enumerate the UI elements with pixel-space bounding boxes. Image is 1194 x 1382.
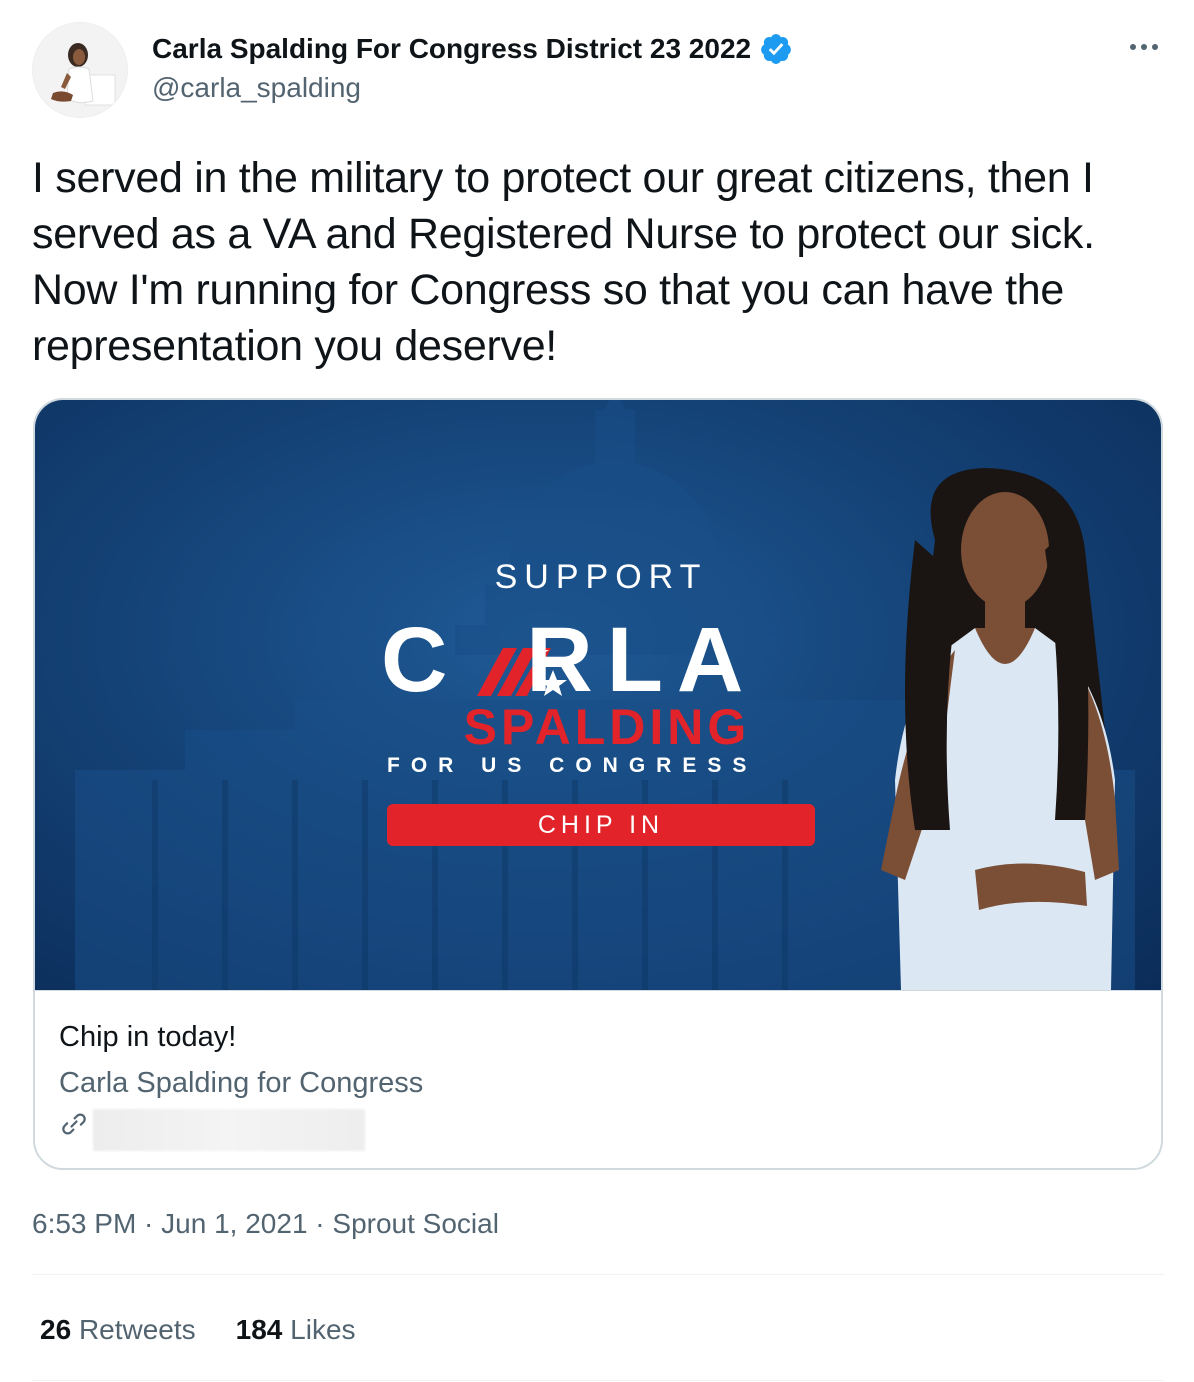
card-site-name[interactable]: Carla Spalding for Congress <box>59 1065 423 1101</box>
more-dot <box>1141 44 1147 50</box>
card-title[interactable]: Chip in today! <box>59 1019 236 1055</box>
meta-separator: · <box>136 1208 162 1239</box>
card-image: SUPPORT C RLA SPALDING FOR US CONGRESS C… <box>35 400 1161 990</box>
blurred-url <box>93 1109 365 1151</box>
more-dot <box>1130 44 1136 50</box>
banner-carla-text: C RLA <box>381 609 758 711</box>
retweets-label: Retweets <box>78 1314 196 1345</box>
banner-for-us-congress-text: FOR US CONGRESS <box>387 754 758 777</box>
avatar[interactable] <box>32 22 128 118</box>
handle[interactable]: @carla_spalding <box>152 68 793 108</box>
link-icon <box>62 1113 86 1135</box>
meta-separator: · <box>307 1208 333 1239</box>
retweets-stat[interactable]: 26 Retweets <box>40 1310 196 1350</box>
tweet: Carla Spalding For Congress District 23 … <box>0 0 1194 1382</box>
divider <box>32 1274 1164 1275</box>
likes-stat[interactable]: 184 Likes <box>236 1310 356 1350</box>
retweets-count: 26 <box>40 1314 72 1345</box>
card-meta[interactable]: Chip in today! Carla Spalding for Congre… <box>35 990 1161 1168</box>
engagement-stats: 26 Retweets 184 Likes <box>40 1310 356 1350</box>
more-options-icon[interactable] <box>1126 34 1162 60</box>
timestamp-line: 6:53 PM · Jun 1, 2021 · Sprout Social <box>32 1204 499 1244</box>
verified-badge-icon <box>761 34 791 64</box>
link-card[interactable]: SUPPORT C RLA SPALDING FOR US CONGRESS C… <box>33 398 1163 1170</box>
display-name[interactable]: Carla Spalding For Congress District 23 … <box>152 30 793 68</box>
tweet-time[interactable]: 6:53 PM <box>32 1208 136 1239</box>
candidate-photo <box>881 468 1119 990</box>
author-block[interactable]: Carla Spalding For Congress District 23 … <box>152 30 793 108</box>
tweet-text: I served in the military to protect our … <box>32 154 1095 370</box>
likes-label: Likes <box>290 1314 356 1345</box>
banner-spalding-text: SPALDING <box>463 699 751 755</box>
more-dot <box>1152 44 1158 50</box>
banner-chip-in-button: CHIP IN <box>387 804 815 846</box>
likes-count: 184 <box>235 1314 283 1345</box>
banner-support-text: SUPPORT <box>494 558 708 596</box>
divider <box>32 1380 1164 1381</box>
display-name-text[interactable]: Carla Spalding For Congress District 23 … <box>152 30 751 68</box>
tweet-date[interactable]: Jun 1, 2021 <box>161 1208 307 1239</box>
tweet-source[interactable]: Sprout Social <box>332 1208 499 1239</box>
avatar-image <box>33 23 127 117</box>
